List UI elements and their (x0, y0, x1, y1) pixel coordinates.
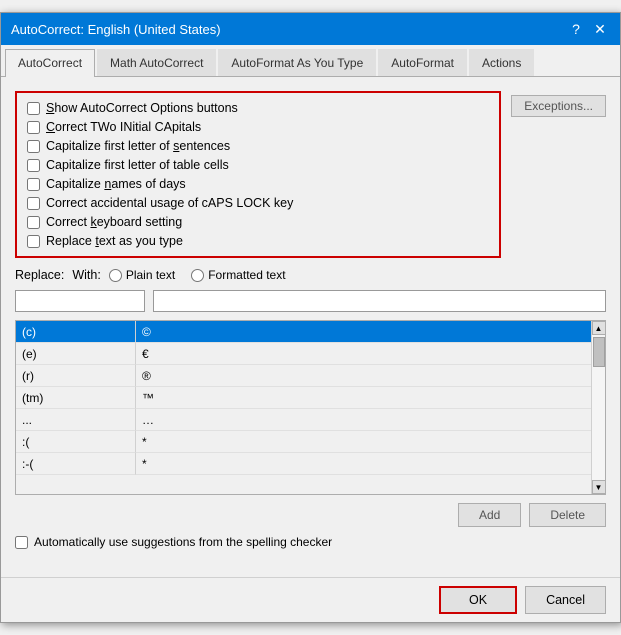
table-cell-key: ... (16, 409, 136, 431)
checkbox-item-replace-text: Replace text as you type (27, 234, 489, 248)
table-cell-value: … (136, 409, 605, 431)
radio-formatted-text-label: Formatted text (208, 268, 285, 282)
spelling-checkbox[interactable] (15, 536, 28, 549)
table-row[interactable]: :-( * (16, 453, 605, 475)
checkbox-item-correct-two: Correct TWo INitial CApitals (27, 120, 489, 134)
autocorrect-table-container: (c) © (e) € (r) ® (tm) ™ (15, 320, 606, 495)
checkbox-replace-text[interactable] (27, 235, 40, 248)
checkbox-show-autocorrect-label: Show AutoCorrect Options buttons (46, 101, 238, 115)
title-bar-buttons: ? ✕ (566, 19, 610, 39)
checkbox-item-capitalize-days: Capitalize names of days (27, 177, 489, 191)
checkbox-capitalize-days[interactable] (27, 178, 40, 191)
with-input[interactable] (153, 290, 606, 312)
table-cell-key: (c) (16, 321, 136, 343)
bottom-buttons: OK Cancel (1, 577, 620, 622)
spelling-label: Automatically use suggestions from the s… (34, 535, 332, 549)
checkbox-capitalize-table-label: Capitalize first letter of table cells (46, 158, 229, 172)
table-cell-key: (tm) (16, 387, 136, 409)
with-label: With: (72, 268, 100, 282)
tab-actions[interactable]: Actions (469, 49, 534, 76)
checkbox-keyboard[interactable] (27, 216, 40, 229)
ok-button[interactable]: OK (439, 586, 517, 614)
checkbox-group: Show AutoCorrect Options buttons Correct… (15, 91, 501, 258)
checkbox-item-show-autocorrect: Show AutoCorrect Options buttons (27, 101, 489, 115)
checkbox-item-caps-lock: Correct accidental usage of cAPS LOCK ke… (27, 196, 489, 210)
table-cell-value: ® (136, 365, 605, 387)
checkbox-correct-two[interactable] (27, 121, 40, 134)
checkbox-capitalize-table[interactable] (27, 159, 40, 172)
checkbox-item-capitalize-sentences: Capitalize first letter of sentences (27, 139, 489, 153)
exceptions-section: Exceptions... (511, 91, 606, 117)
table-cell-value: € (136, 343, 605, 365)
checkbox-item-keyboard: Correct keyboard setting (27, 215, 489, 229)
exceptions-button[interactable]: Exceptions... (511, 95, 606, 117)
scroll-up-arrow[interactable]: ▲ (592, 321, 606, 335)
scroll-thumb[interactable] (593, 337, 605, 367)
radio-plain-text: Plain text (109, 268, 175, 282)
tab-autoformat-as-you-type[interactable]: AutoFormat As You Type (218, 49, 376, 76)
dialog-title: AutoCorrect: English (United States) (11, 22, 221, 37)
replace-inputs (15, 290, 606, 312)
table-cell-value: * (136, 431, 605, 453)
tab-autoformat[interactable]: AutoFormat (378, 49, 467, 76)
tab-bar: AutoCorrect Math AutoCorrect AutoFormat … (1, 45, 620, 77)
action-buttons: Add Delete (15, 503, 606, 527)
delete-button[interactable]: Delete (529, 503, 606, 527)
table-row[interactable]: ... … (16, 409, 605, 431)
checkbox-item-capitalize-table: Capitalize first letter of table cells (27, 158, 489, 172)
tab-autocorrect[interactable]: AutoCorrect (5, 49, 95, 77)
close-button[interactable]: ✕ (590, 19, 610, 39)
checkbox-caps-lock-label: Correct accidental usage of cAPS LOCK ke… (46, 196, 293, 210)
scrollbar-track[interactable]: ▲ ▼ (591, 321, 605, 494)
tab-math-autocorrect[interactable]: Math AutoCorrect (97, 49, 216, 76)
checkbox-replace-text-label: Replace text as you type (46, 234, 183, 248)
table-cell-value: ™ (136, 387, 605, 409)
spelling-row: Automatically use suggestions from the s… (15, 535, 606, 549)
table-cell-value: * (136, 453, 605, 475)
replace-row: Replace: With: Plain text Formatted text (15, 268, 606, 282)
checkbox-show-autocorrect[interactable] (27, 102, 40, 115)
dialog: AutoCorrect: English (United States) ? ✕… (0, 12, 621, 623)
table-cell-key: (r) (16, 365, 136, 387)
top-section: Show AutoCorrect Options buttons Correct… (15, 91, 606, 268)
table-row[interactable]: (r) ® (16, 365, 605, 387)
checkbox-capitalize-sentences[interactable] (27, 140, 40, 153)
add-button[interactable]: Add (458, 503, 521, 527)
checkbox-correct-two-label: Correct TWo INitial CApitals (46, 120, 201, 134)
replace-label: Replace: (15, 268, 64, 282)
radio-plain-text-label: Plain text (126, 268, 175, 282)
table-cell-key: (e) (16, 343, 136, 365)
content-area: Show AutoCorrect Options buttons Correct… (1, 77, 620, 577)
table-row[interactable]: :( * (16, 431, 605, 453)
table-cell-value: © (136, 321, 605, 343)
replace-input[interactable] (15, 290, 145, 312)
table-scroll[interactable]: (c) © (e) € (r) ® (tm) ™ (16, 321, 605, 494)
table-cell-key: :-( (16, 453, 136, 475)
checkbox-caps-lock[interactable] (27, 197, 40, 210)
radio-formatted-text: Formatted text (191, 268, 285, 282)
table-row[interactable]: (e) € (16, 343, 605, 365)
radio-formatted-text-input[interactable] (191, 269, 204, 282)
checkbox-keyboard-label: Correct keyboard setting (46, 215, 182, 229)
table-cell-key: :( (16, 431, 136, 453)
table-row[interactable]: (c) © (16, 321, 605, 343)
table-row[interactable]: (tm) ™ (16, 387, 605, 409)
checkbox-capitalize-sentences-label: Capitalize first letter of sentences (46, 139, 230, 153)
checkbox-capitalize-days-label: Capitalize names of days (46, 177, 186, 191)
scroll-down-arrow[interactable]: ▼ (592, 480, 606, 494)
help-button[interactable]: ? (566, 19, 586, 39)
title-bar: AutoCorrect: English (United States) ? ✕ (1, 13, 620, 45)
autocorrect-table: (c) © (e) € (r) ® (tm) ™ (16, 321, 605, 475)
cancel-button[interactable]: Cancel (525, 586, 606, 614)
radio-plain-text-input[interactable] (109, 269, 122, 282)
